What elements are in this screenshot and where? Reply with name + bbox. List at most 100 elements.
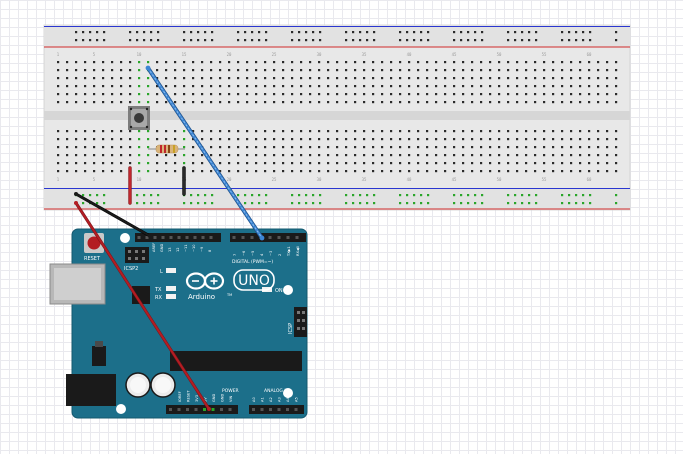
rail-hole[interactable]: [453, 202, 456, 205]
rail-hole[interactable]: [190, 31, 193, 34]
breadboard-hole[interactable]: [282, 69, 285, 72]
breadboard-hole[interactable]: [219, 130, 222, 133]
breadboard-hole[interactable]: [525, 93, 528, 96]
rail-hole[interactable]: [528, 194, 531, 197]
breadboard-hole[interactable]: [66, 162, 69, 165]
breadboard-hole[interactable]: [327, 154, 330, 157]
breadboard-hole[interactable]: [147, 101, 150, 104]
breadboard-hole[interactable]: [75, 93, 78, 96]
header-pin[interactable]: [137, 236, 141, 239]
breadboard-hole[interactable]: [444, 69, 447, 72]
breadboard-hole[interactable]: [363, 154, 366, 157]
rail-hole[interactable]: [575, 39, 578, 42]
breadboard-hole[interactable]: [471, 162, 474, 165]
breadboard-hole[interactable]: [507, 138, 510, 141]
rail-hole[interactable]: [183, 39, 186, 42]
breadboard-hole[interactable]: [156, 154, 159, 157]
breadboard-hole[interactable]: [66, 69, 69, 72]
breadboard-hole[interactable]: [561, 154, 564, 157]
breadboard-hole[interactable]: [282, 170, 285, 173]
rail-hole[interactable]: [305, 194, 308, 197]
rail-hole[interactable]: [467, 202, 470, 205]
breadboard-hole[interactable]: [606, 154, 609, 157]
breadboard-hole[interactable]: [516, 170, 519, 173]
breadboard-hole[interactable]: [174, 77, 177, 80]
breadboard-hole[interactable]: [507, 77, 510, 80]
breadboard-hole[interactable]: [606, 146, 609, 149]
breadboard-hole[interactable]: [588, 61, 591, 64]
breadboard-hole[interactable]: [525, 69, 528, 72]
header-pin[interactable]: [252, 408, 255, 411]
breadboard-hole[interactable]: [93, 101, 96, 104]
breadboard-hole[interactable]: [615, 138, 618, 141]
breadboard-hole[interactable]: [372, 130, 375, 133]
rail-hole[interactable]: [183, 202, 186, 205]
breadboard-hole[interactable]: [255, 85, 258, 88]
rail-hole[interactable]: [96, 31, 99, 34]
breadboard-hole[interactable]: [273, 85, 276, 88]
breadboard-hole[interactable]: [390, 162, 393, 165]
breadboard-hole[interactable]: [363, 170, 366, 173]
breadboard-hole[interactable]: [570, 77, 573, 80]
breadboard-hole[interactable]: [381, 170, 384, 173]
breadboard-hole[interactable]: [291, 61, 294, 64]
breadboard-hole[interactable]: [255, 170, 258, 173]
breadboard-hole[interactable]: [408, 138, 411, 141]
breadboard-hole[interactable]: [327, 170, 330, 173]
breadboard-hole[interactable]: [255, 61, 258, 64]
breadboard-hole[interactable]: [183, 101, 186, 104]
rail-hole[interactable]: [211, 194, 214, 197]
breadboard-hole[interactable]: [75, 154, 78, 157]
breadboard-hole[interactable]: [336, 138, 339, 141]
breadboard-hole[interactable]: [282, 61, 285, 64]
breadboard-hole[interactable]: [381, 162, 384, 165]
breadboard-hole[interactable]: [417, 138, 420, 141]
rail-hole[interactable]: [568, 31, 571, 34]
breadboard-hole[interactable]: [354, 154, 357, 157]
header-pin[interactable]: [241, 236, 245, 239]
breadboard-hole[interactable]: [588, 170, 591, 173]
rail-hole[interactable]: [366, 39, 369, 42]
breadboard-hole[interactable]: [309, 101, 312, 104]
breadboard-hole[interactable]: [525, 77, 528, 80]
rail-hole[interactable]: [589, 31, 592, 34]
breadboard-hole[interactable]: [390, 101, 393, 104]
breadboard-hole[interactable]: [354, 130, 357, 133]
breadboard-hole[interactable]: [84, 130, 87, 133]
breadboard-hole[interactable]: [147, 154, 150, 157]
rail-hole[interactable]: [136, 39, 139, 42]
header-pin[interactable]: [294, 408, 298, 411]
rail-hole[interactable]: [265, 39, 268, 42]
breadboard-hole[interactable]: [516, 146, 519, 149]
breadboard-hole[interactable]: [453, 93, 456, 96]
breadboard-hole[interactable]: [399, 61, 402, 64]
breadboard-hole[interactable]: [192, 101, 195, 104]
breadboard-hole[interactable]: [597, 69, 600, 72]
breadboard-hole[interactable]: [174, 138, 177, 141]
rail-hole[interactable]: [535, 194, 538, 197]
breadboard-hole[interactable]: [111, 146, 114, 149]
breadboard-hole[interactable]: [597, 154, 600, 157]
breadboard-hole[interactable]: [210, 69, 213, 72]
breadboard-hole[interactable]: [426, 138, 429, 141]
rail-hole[interactable]: [427, 31, 430, 34]
breadboard-hole[interactable]: [66, 146, 69, 149]
breadboard-hole[interactable]: [210, 85, 213, 88]
rail-hole[interactable]: [535, 31, 538, 34]
breadboard-hole[interactable]: [309, 138, 312, 141]
breadboard-hole[interactable]: [291, 85, 294, 88]
breadboard-hole[interactable]: [84, 170, 87, 173]
breadboard-hole[interactable]: [246, 101, 249, 104]
breadboard-hole[interactable]: [426, 154, 429, 157]
breadboard-hole[interactable]: [345, 85, 348, 88]
breadboard-hole[interactable]: [345, 162, 348, 165]
breadboard-hole[interactable]: [435, 69, 438, 72]
rail-hole[interactable]: [291, 202, 294, 205]
breadboard-hole[interactable]: [435, 146, 438, 149]
rail-hole[interactable]: [204, 202, 207, 205]
breadboard-hole[interactable]: [606, 162, 609, 165]
rail-hole[interactable]: [150, 202, 153, 205]
rail-hole[interactable]: [150, 39, 153, 42]
breadboard-hole[interactable]: [426, 61, 429, 64]
rail-hole[interactable]: [474, 194, 477, 197]
